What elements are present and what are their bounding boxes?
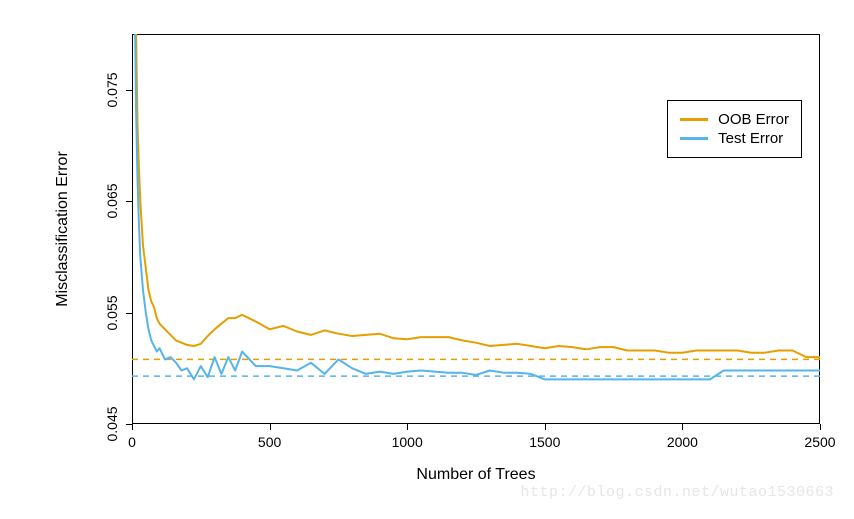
x-tick — [820, 424, 821, 430]
x-tick — [407, 424, 408, 430]
legend: OOB Error Test Error — [667, 100, 802, 158]
x-tick-label: 1000 — [392, 434, 423, 450]
x-tick-label: 0 — [128, 434, 136, 450]
series-line — [133, 0, 820, 379]
x-axis-label: Number of Trees — [376, 466, 576, 484]
x-tick-label: 2500 — [804, 434, 835, 450]
y-tick-label: 0.075 — [104, 72, 120, 107]
x-tick — [545, 424, 546, 430]
x-tick — [682, 424, 683, 430]
y-tick — [126, 90, 132, 91]
legend-swatch — [680, 118, 708, 121]
y-tick — [126, 313, 132, 314]
y-tick — [126, 424, 132, 425]
watermark: http://blog.csdn.net/wutao1530663 — [520, 484, 834, 501]
x-tick-label: 2000 — [667, 434, 698, 450]
legend-label: Test Error — [718, 130, 783, 147]
x-tick — [132, 424, 133, 430]
y-tick — [126, 201, 132, 202]
y-tick-label: 0.065 — [104, 184, 120, 219]
y-tick-label: 0.055 — [104, 295, 120, 330]
x-tick — [270, 424, 271, 430]
y-tick-label: 0.045 — [104, 406, 120, 441]
x-tick-label: 1500 — [529, 434, 560, 450]
legend-entry: OOB Error — [680, 111, 789, 128]
legend-entry: Test Error — [680, 130, 789, 147]
y-axis-label: Misclassification Error — [54, 129, 72, 329]
legend-label: OOB Error — [718, 111, 789, 128]
legend-swatch — [680, 137, 708, 140]
x-tick-label: 500 — [258, 434, 281, 450]
series-line — [133, 0, 820, 357]
